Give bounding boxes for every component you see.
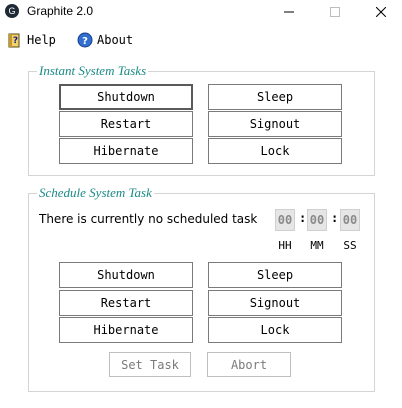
help-book-icon: ? [8, 33, 20, 48]
minimize-button[interactable] [266, 0, 312, 24]
instant-shutdown-button[interactable]: Shutdown [59, 84, 193, 110]
title-bar: G Graphite 2.0 [0, 0, 402, 26]
schedule-sleep-button[interactable]: Sleep [208, 262, 342, 288]
menu-about[interactable]: ? About [77, 31, 133, 49]
instant-sleep-button[interactable]: Sleep [208, 84, 342, 110]
schedule-lock-button[interactable]: Lock [208, 317, 342, 343]
question-circle-icon: ? [77, 32, 93, 48]
menu-about-label: About [97, 33, 134, 47]
set-task-button[interactable]: Set Task [109, 352, 191, 377]
close-button[interactable] [358, 0, 402, 24]
minimize-icon [284, 11, 294, 13]
abort-button[interactable]: Abort [207, 352, 291, 377]
instant-restart-button[interactable]: Restart [59, 111, 193, 137]
menu-help-label: Help [27, 33, 56, 47]
maximize-button[interactable] [312, 0, 358, 24]
schedule-hibernate-button[interactable]: Hibernate [59, 317, 193, 343]
app-icon: G [5, 4, 19, 18]
time-separator: : [331, 211, 339, 225]
instant-lock-button[interactable]: Lock [208, 138, 342, 164]
close-icon [376, 7, 386, 17]
seconds-label: SS [343, 239, 357, 252]
menu-bar: ? Help ? About [0, 27, 402, 53]
window-title: Graphite 2.0 [27, 4, 94, 18]
menu-help[interactable]: ? Help [7, 31, 56, 49]
svg-text:?: ? [82, 36, 88, 47]
hours-label: HH [278, 239, 292, 252]
schedule-task-group: Schedule System Task There is currently … [28, 185, 375, 392]
maximize-icon [330, 7, 340, 17]
time-separator: : [299, 211, 307, 225]
minutes-label: MM [310, 239, 324, 252]
schedule-restart-button[interactable]: Restart [59, 290, 193, 316]
hours-field[interactable]: 00 [275, 209, 295, 231]
instant-tasks-title: Instant System Tasks [37, 63, 149, 79]
instant-tasks-group: Instant System Tasks Shutdown Sleep Rest… [28, 63, 375, 176]
schedule-task-title: Schedule System Task [37, 185, 154, 201]
svg-text:?: ? [13, 36, 18, 46]
instant-signout-button[interactable]: Signout [208, 111, 342, 137]
minutes-field[interactable]: 00 [307, 209, 327, 231]
seconds-field[interactable]: 00 [340, 209, 360, 231]
instant-hibernate-button[interactable]: Hibernate [59, 138, 193, 164]
schedule-status-text: There is currently no scheduled task [39, 212, 258, 226]
schedule-shutdown-button[interactable]: Shutdown [59, 262, 193, 288]
schedule-signout-button[interactable]: Signout [208, 290, 342, 316]
